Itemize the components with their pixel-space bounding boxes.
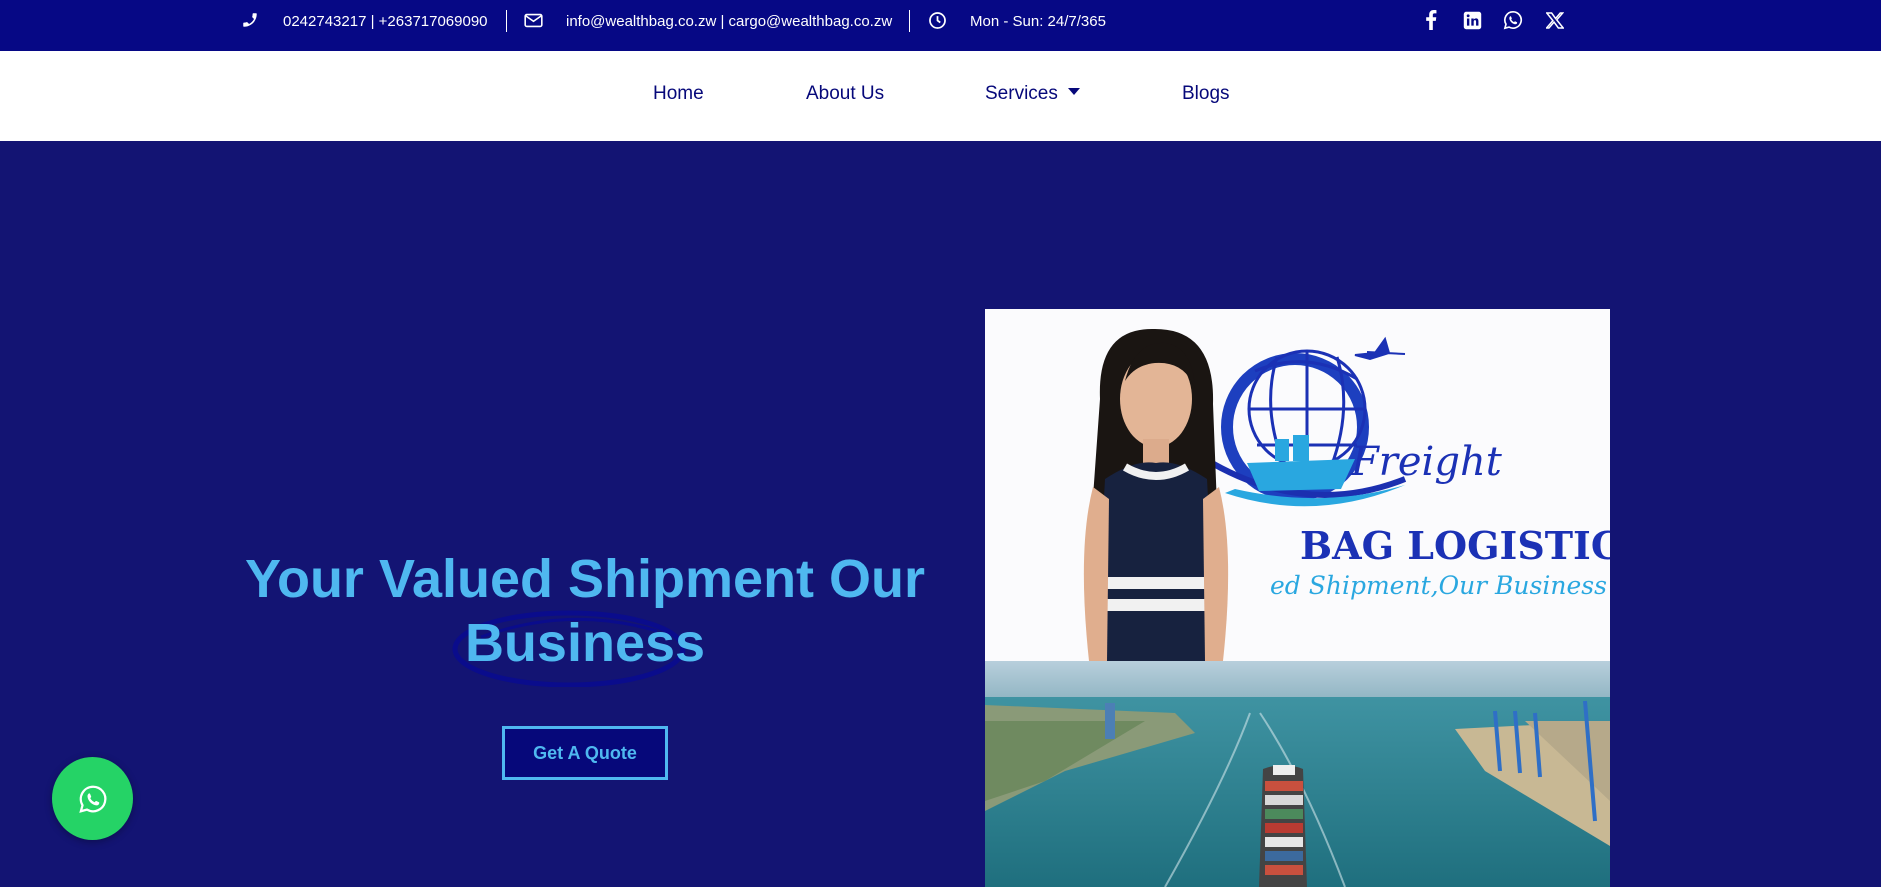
email-addresses[interactable]: info@wealthbag.co.zw | cargo@wealthbag.c… (566, 0, 892, 42)
clock-icon (927, 10, 947, 30)
nav-services-label: Services (985, 83, 1058, 104)
linkedin-icon[interactable] (1461, 9, 1483, 31)
logo-tagline: ed Shipment,Our Business (1270, 571, 1607, 600)
presenter-figure (1083, 328, 1229, 661)
facebook-icon[interactable] (1420, 9, 1442, 31)
phone-icon (240, 10, 260, 30)
logo-name: BAG LOGISTICS (1300, 523, 1610, 568)
hero-title-line1: Your Valued Shipment Our (244, 549, 926, 609)
cargo-ship-image (985, 661, 1610, 887)
opening-hours: Mon - Sun: 24/7/365 (970, 12, 1106, 30)
nav-blogs[interactable]: Blogs (1182, 83, 1230, 105)
envelope-icon (523, 10, 543, 30)
nav-services[interactable]: Services (985, 83, 1080, 105)
divider (909, 10, 910, 32)
chevron-down-icon (1067, 88, 1080, 96)
nav-home[interactable]: Home (653, 83, 704, 105)
whatsapp-icon (78, 785, 106, 813)
x-icon[interactable] (1544, 9, 1566, 31)
whatsapp-chat-button[interactable] (52, 757, 133, 840)
video-frame: Freight BAG LOGISTICS ed Shipment,Our Bu… (985, 309, 1610, 661)
main-nav: Home About Us Services Blogs (0, 51, 1881, 141)
nav-about-us[interactable]: About Us (806, 83, 884, 105)
hero-title-line2: Business (464, 613, 706, 673)
whatsapp-icon[interactable] (1502, 9, 1524, 31)
phone-numbers[interactable]: 0242743217 | +263717069090 (283, 0, 488, 42)
get-a-quote-button[interactable]: Get A Quote (502, 726, 668, 780)
hero-title: Your Valued Shipment Our Business (230, 547, 940, 687)
divider (506, 10, 507, 32)
top-bar: 0242743217 | +263717069090 info@wealthba… (0, 0, 1881, 51)
intro-video[interactable]: Freight BAG LOGISTICS ed Shipment,Our Bu… (985, 309, 1610, 661)
logo-word: Freight (1350, 439, 1503, 485)
